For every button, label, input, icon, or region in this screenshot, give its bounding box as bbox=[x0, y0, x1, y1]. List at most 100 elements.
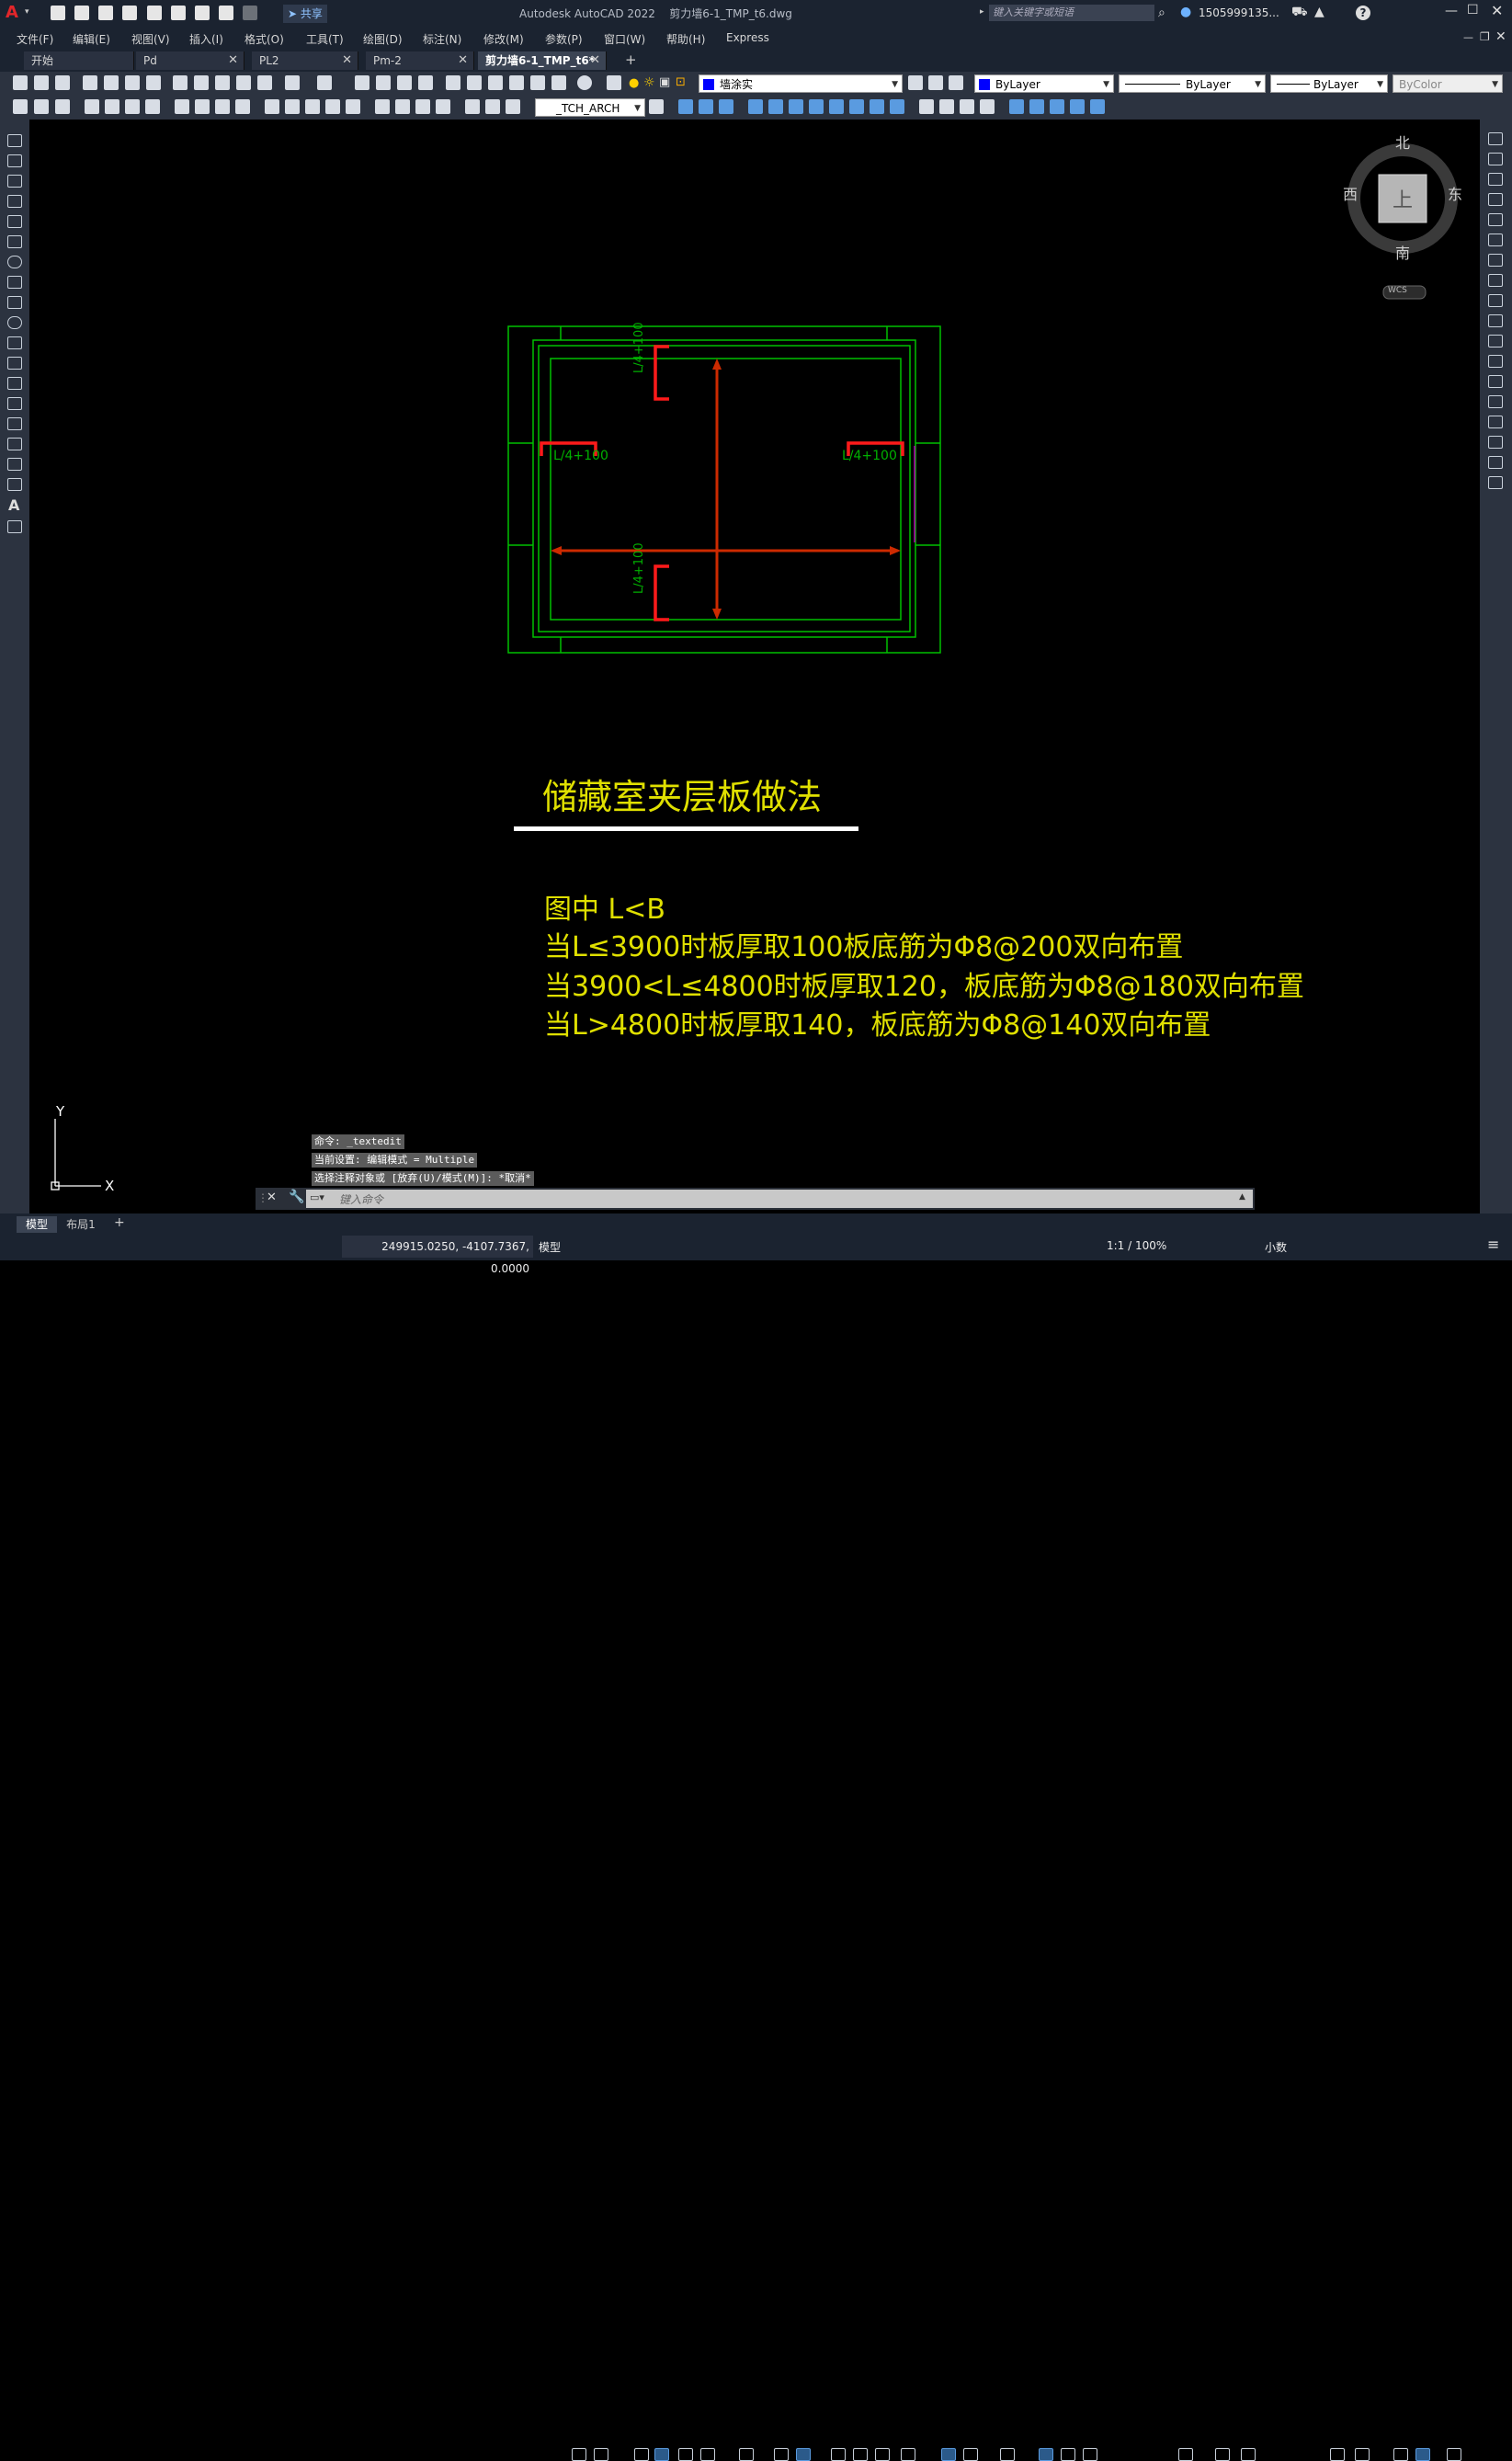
help-icon[interactable]: ? bbox=[1356, 6, 1370, 20]
shell-icon[interactable] bbox=[1029, 99, 1044, 114]
search-input[interactable]: 键入关键字或短语 bbox=[989, 5, 1154, 21]
save-web-icon[interactable] bbox=[170, 6, 186, 20]
copy-edges-icon[interactable] bbox=[919, 99, 934, 114]
offset-icon[interactable] bbox=[1488, 193, 1503, 206]
zoom-window-icon[interactable] bbox=[397, 75, 412, 90]
circle-icon[interactable] bbox=[7, 256, 22, 268]
scale-readout[interactable]: 1:1 / 100% bbox=[1107, 1239, 1166, 1252]
layer-previous-icon[interactable] bbox=[928, 75, 943, 90]
ellipse-arc-icon[interactable] bbox=[7, 336, 22, 349]
zoom-realtime-icon[interactable] bbox=[376, 75, 391, 90]
slice-icon[interactable] bbox=[1070, 99, 1085, 114]
tab-pm-2[interactable]: Pm-2 ✕ bbox=[366, 51, 474, 70]
break-icon[interactable] bbox=[1488, 375, 1503, 388]
extrude-faces-icon[interactable] bbox=[748, 99, 763, 114]
intersect-icon[interactable] bbox=[719, 99, 733, 114]
object-snap-tracking-icon[interactable] bbox=[774, 2448, 789, 2461]
clean-screen-icon[interactable] bbox=[1447, 2448, 1461, 2461]
layer-thaw-icon[interactable]: ☼ bbox=[643, 75, 655, 90]
scale-icon[interactable] bbox=[1488, 274, 1503, 287]
paste-icon[interactable] bbox=[215, 75, 230, 90]
stretch-icon[interactable] bbox=[1488, 294, 1503, 307]
color-edges-icon[interactable] bbox=[939, 99, 954, 114]
copy-faces-icon[interactable] bbox=[870, 99, 884, 114]
graphics-performance-icon[interactable] bbox=[1415, 2448, 1430, 2461]
doc-minimize-button[interactable]: — bbox=[1463, 31, 1473, 43]
fillet-icon[interactable] bbox=[1488, 436, 1503, 449]
break-at-point-icon[interactable] bbox=[1488, 355, 1503, 368]
gizmo-icon[interactable] bbox=[1000, 2448, 1015, 2461]
center-mark-icon[interactable] bbox=[395, 99, 410, 114]
command-input[interactable]: ▭▾ 键入命令 ▲ bbox=[306, 1190, 1253, 1208]
close-tab-icon[interactable]: ✕ bbox=[228, 51, 238, 70]
infer-constraints-icon[interactable] bbox=[634, 2448, 649, 2461]
point-icon[interactable] bbox=[7, 397, 22, 410]
menu-parametric[interactable]: 参数(P) bbox=[545, 31, 583, 47]
menu-insert[interactable]: 插入(I) bbox=[189, 31, 223, 47]
help-icon[interactable] bbox=[577, 75, 592, 90]
dim-space-icon[interactable] bbox=[325, 99, 340, 114]
menu-view[interactable]: 视图(V) bbox=[131, 31, 170, 47]
open-icon[interactable] bbox=[34, 75, 49, 90]
search-expand-icon[interactable]: ▸ bbox=[980, 7, 984, 17]
layer-states-icon[interactable] bbox=[949, 75, 963, 90]
erase-icon[interactable] bbox=[1488, 132, 1503, 145]
menu-help[interactable]: 帮助(H) bbox=[666, 31, 705, 47]
wcs-label[interactable]: WCS bbox=[1388, 286, 1407, 295]
doc-restore-button[interactable]: ❐ bbox=[1480, 30, 1490, 43]
menu-draw[interactable]: 绘图(D) bbox=[363, 31, 403, 47]
grid-icon[interactable] bbox=[572, 2448, 586, 2461]
blend-curves-icon[interactable] bbox=[1488, 456, 1503, 469]
color-dropdown[interactable]: ByLayer ▼ bbox=[974, 74, 1114, 93]
move-faces-icon[interactable] bbox=[768, 99, 783, 114]
layer-properties-icon[interactable] bbox=[607, 75, 621, 90]
radius-dim-icon[interactable] bbox=[175, 99, 189, 114]
copy-icon[interactable] bbox=[194, 75, 209, 90]
baseline-dim-icon[interactable] bbox=[285, 99, 300, 114]
block-editor-icon[interactable] bbox=[257, 75, 272, 90]
tool-palettes-icon[interactable] bbox=[488, 75, 503, 90]
dynamic-ucs-icon[interactable] bbox=[941, 2448, 956, 2461]
separate-icon[interactable] bbox=[1009, 99, 1024, 114]
dynamic-input-icon[interactable] bbox=[654, 2448, 669, 2461]
save-icon[interactable] bbox=[55, 75, 70, 90]
annotation-scale-icon[interactable] bbox=[1083, 2448, 1097, 2461]
match-properties-icon[interactable] bbox=[236, 75, 251, 90]
linear-dim-icon[interactable] bbox=[85, 99, 99, 114]
menu-dimension[interactable]: 标注(N) bbox=[423, 31, 461, 47]
plot-preview-icon[interactable] bbox=[104, 75, 119, 90]
lock-ui-icon[interactable] bbox=[1355, 2448, 1370, 2461]
layout-tab-1[interactable]: 布局1 bbox=[61, 1216, 101, 1233]
3d-osnap-icon[interactable] bbox=[901, 2448, 915, 2461]
auto-scale-icon[interactable] bbox=[1061, 2448, 1075, 2461]
save-icon[interactable] bbox=[98, 6, 114, 20]
polar-tracking-icon[interactable] bbox=[700, 2448, 715, 2461]
workspace-icon[interactable] bbox=[1178, 2448, 1193, 2461]
rotate-icon[interactable] bbox=[1488, 254, 1503, 267]
polyline-icon[interactable] bbox=[7, 175, 22, 188]
table-icon[interactable] bbox=[7, 478, 22, 491]
isodraft-icon[interactable] bbox=[739, 2448, 754, 2461]
gradient-icon[interactable] bbox=[7, 438, 22, 450]
move-icon[interactable] bbox=[1488, 234, 1503, 246]
subtract-icon[interactable] bbox=[699, 99, 713, 114]
autodesk-app-icon[interactable]: ▲ bbox=[1314, 5, 1324, 19]
tab-pl2[interactable]: PL2 ✕ bbox=[252, 51, 358, 70]
check-icon[interactable] bbox=[1050, 99, 1064, 114]
spline-icon[interactable] bbox=[7, 296, 22, 309]
rotate-faces-icon[interactable] bbox=[829, 99, 844, 114]
close-tab-icon[interactable]: ✕ bbox=[458, 51, 468, 70]
dim-update-icon[interactable] bbox=[506, 99, 520, 114]
dim-style-icon[interactable] bbox=[55, 99, 70, 114]
tolerance-icon[interactable] bbox=[375, 99, 390, 114]
units-icon[interactable] bbox=[1241, 2448, 1256, 2461]
line-icon[interactable] bbox=[7, 134, 22, 147]
lineweight-dropdown[interactable]: ByLayer ▼ bbox=[1270, 74, 1388, 93]
command-history-toggle-icon[interactable]: ▲ bbox=[1239, 1192, 1245, 1202]
app-menu-chevron-icon[interactable]: ▾ bbox=[25, 7, 29, 17]
add-selected-icon[interactable] bbox=[7, 520, 22, 533]
quick-properties-icon[interactable] bbox=[1330, 2448, 1345, 2461]
customize-icon[interactable]: 🔧 bbox=[289, 1190, 304, 1204]
dim-style-override-icon[interactable] bbox=[649, 99, 664, 114]
menu-format[interactable]: 格式(O) bbox=[244, 31, 284, 47]
